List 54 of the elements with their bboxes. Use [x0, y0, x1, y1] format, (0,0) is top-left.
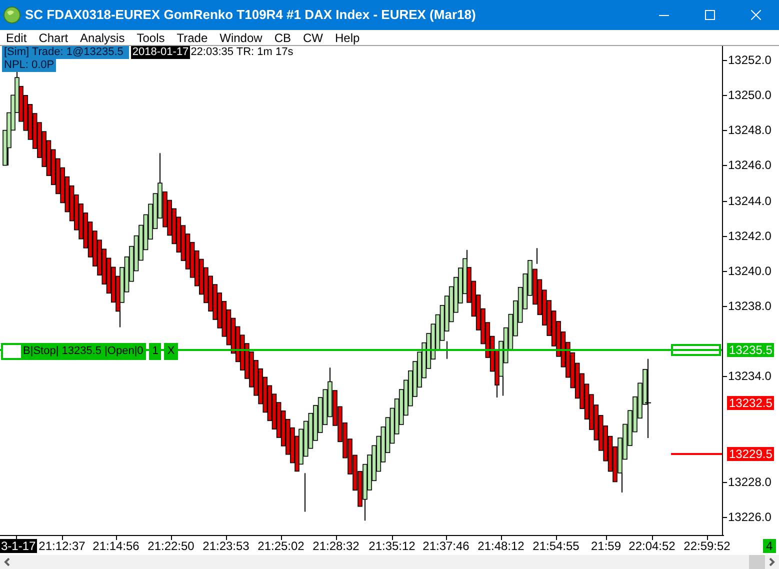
- menu-item[interactable]: CW: [297, 28, 329, 46]
- axis-label: 13226.0: [728, 510, 772, 524]
- time-label: 21:12:37: [38, 539, 86, 553]
- time-label: 22:04:52: [628, 539, 676, 553]
- axis-label: 13250.0: [728, 88, 772, 102]
- price-marker: 13229.5: [727, 447, 774, 461]
- scroll-left-icon[interactable]: [4, 558, 10, 566]
- time-label: 21:35:12: [368, 539, 416, 553]
- order-label[interactable]: B|Stop| 13235.5 |Open|0: [1, 343, 146, 360]
- scroll-right-icon[interactable]: [769, 558, 775, 566]
- window-title: SC FDAX0318-EUREX GomRenko T109R4 #1 DAX Index - EUREX (Mar18): [25, 6, 476, 24]
- time-label: 21:25:02: [256, 539, 306, 553]
- globe-icon: [3, 6, 21, 24]
- menu-item[interactable]: Chart: [32, 28, 74, 46]
- scrollbar[interactable]: [0, 555, 779, 569]
- quantity-button[interactable]: 1: [149, 343, 162, 360]
- time-label: 21:59: [590, 539, 622, 553]
- axis-label: 13228.0: [728, 474, 772, 489]
- maximize-icon: [705, 10, 715, 20]
- menu-item[interactable]: Analysis: [74, 28, 131, 46]
- corner-badge: 4: [763, 539, 776, 553]
- axis-label: 13244.0: [728, 194, 772, 208]
- menu-item[interactable]: Window: [214, 28, 268, 46]
- axis-label: 13248.0: [728, 123, 772, 138]
- time-label: 21:14:56: [92, 539, 140, 553]
- axis-label: 13238.0: [728, 299, 772, 314]
- net-profit-label: NPL: 0.0P: [2, 59, 56, 72]
- time-label: 21:48:12: [476, 539, 526, 553]
- axis-label: 13252.0: [728, 53, 772, 67]
- axis-label: 13234.0: [728, 369, 772, 384]
- time-label: 21:22:50: [146, 539, 196, 553]
- order-marker[interactable]: [671, 344, 721, 356]
- time-label: 3-1-17: [0, 539, 37, 553]
- price-marker: 13232.5: [727, 396, 774, 410]
- menu-item[interactable]: Trade: [170, 28, 214, 46]
- price-marker: 13235.5: [727, 343, 774, 357]
- time-label: 21:37:46: [422, 539, 470, 553]
- time-label: 21:54:55: [532, 539, 580, 553]
- menu-item[interactable]: CB: [268, 28, 297, 46]
- cancel-order-button[interactable]: X: [164, 343, 178, 360]
- menu-item[interactable]: Edit: [0, 28, 33, 46]
- close-icon: [751, 10, 761, 20]
- axis-label: 13246.0: [728, 158, 772, 172]
- time-label: 21:23:53: [202, 539, 250, 553]
- axis-label: 13240.0: [728, 264, 772, 278]
- date-label: 2018-01-17: [131, 46, 190, 59]
- trade-info: [Sim] Trade: 1@13235.5: [2, 46, 130, 59]
- time-label: 22:59:52: [682, 539, 732, 553]
- axis-label: 13242.0: [728, 228, 772, 243]
- menu-item[interactable]: Help: [329, 28, 366, 46]
- time-info: 22:03:35 TR: 1m 17s: [190, 46, 294, 59]
- time-label: 21:28:32: [312, 539, 360, 553]
- scroll-thumb[interactable]: [749, 555, 765, 569]
- menu-item[interactable]: Tools: [130, 28, 171, 46]
